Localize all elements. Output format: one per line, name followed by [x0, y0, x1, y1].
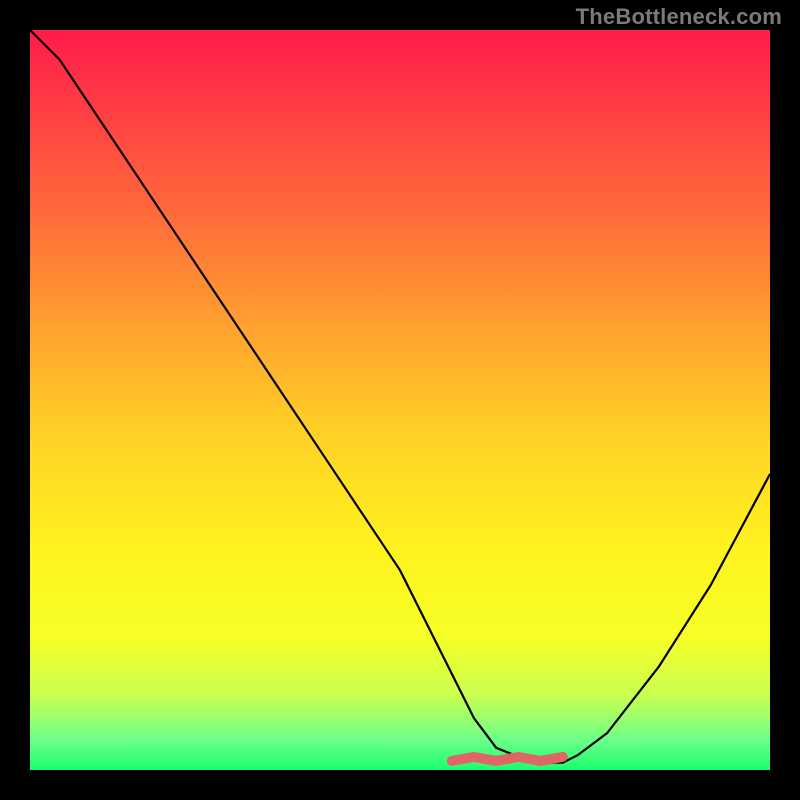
- watermark-text: TheBottleneck.com: [576, 4, 782, 30]
- flat-minimum-highlight: [452, 757, 563, 761]
- curve-layer: [30, 30, 770, 770]
- gradient-plot-area: [30, 30, 770, 770]
- bottleneck-curve: [30, 30, 770, 763]
- chart-frame: TheBottleneck.com: [0, 0, 800, 800]
